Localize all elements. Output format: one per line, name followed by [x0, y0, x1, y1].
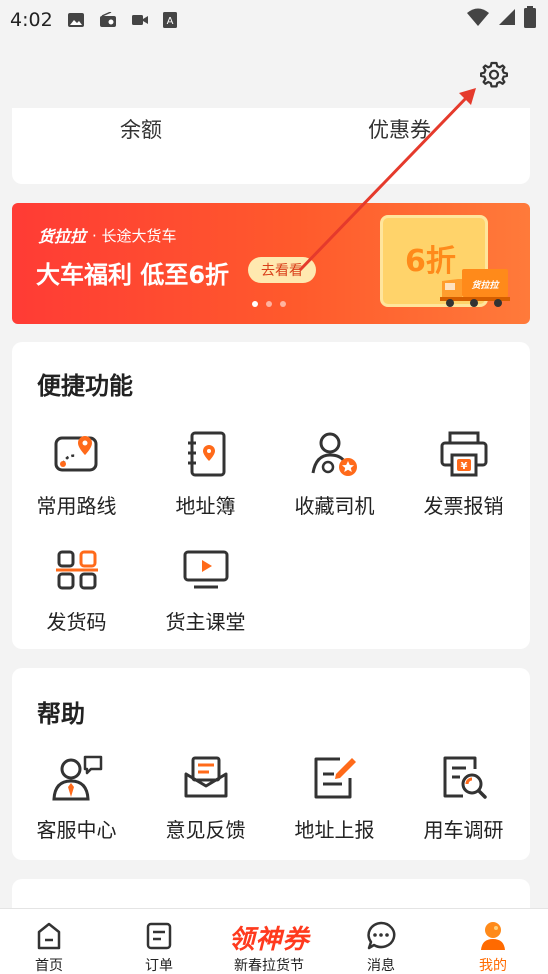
- settings-button[interactable]: [478, 58, 510, 90]
- nav-messages[interactable]: 消息: [326, 909, 436, 974]
- coupon-label[interactable]: 优惠券: [368, 114, 431, 144]
- quick-item-label: 发票报销: [423, 494, 504, 518]
- svg-text:¥: ¥: [460, 461, 467, 472]
- quick-item-invoice[interactable]: ¥ 发票报销: [399, 428, 528, 519]
- feedback-mail-icon: [180, 752, 232, 804]
- nav-home[interactable]: 首页: [0, 909, 104, 974]
- nav-promo[interactable]: 领神券 新春拉货节: [214, 909, 324, 974]
- qr-code-icon: [51, 544, 103, 596]
- favorite-driver-icon: [309, 428, 361, 480]
- help-item-label: 意见反馈: [165, 818, 246, 842]
- image-notification-icon: [67, 13, 84, 27]
- brand-subtitle: · 长途大货车: [92, 226, 177, 245]
- promo-banner[interactable]: 货拉拉 · 长途大货车 大车福利 低至6折 去看看 6折 货拉拉: [12, 203, 530, 324]
- message-icon: [366, 921, 396, 951]
- help-item-label: 客服中心: [36, 818, 117, 842]
- quick-item-label: 常用路线: [36, 494, 117, 518]
- help-item-feedback[interactable]: 意见反馈: [141, 752, 270, 843]
- wifi-icon: [467, 8, 489, 26]
- address-book-icon: [180, 428, 232, 480]
- brand-logo: 货拉拉: [38, 227, 87, 246]
- customer-service-icon: [51, 752, 103, 804]
- radio-notification-icon: [99, 12, 116, 27]
- survey-search-icon: [438, 752, 490, 804]
- truck-illustration: 货拉拉: [440, 269, 510, 307]
- quick-functions-card: 便捷功能 常用路线 地址簿 收藏司机 ¥ 发票报销 发货码 货主课堂: [12, 342, 530, 649]
- help-title: 帮助: [37, 700, 85, 728]
- signal-icon: [499, 9, 515, 25]
- help-item-customer-service[interactable]: 客服中心: [12, 752, 141, 843]
- order-icon: [144, 921, 174, 951]
- status-bar: 4:02 A: [0, 0, 548, 40]
- invoice-printer-icon: ¥: [438, 428, 490, 480]
- quick-item-shipping-code[interactable]: 发货码: [12, 544, 141, 635]
- video-notification-icon: [131, 15, 148, 25]
- gear-icon: [480, 61, 508, 88]
- address-report-icon: [309, 752, 361, 804]
- quick-item-address-book[interactable]: 地址簿: [141, 428, 270, 519]
- balance-card: 余额 优惠券: [12, 108, 530, 184]
- nav-orders[interactable]: 订单: [104, 909, 214, 974]
- nav-label: 消息: [367, 958, 395, 974]
- help-item-survey[interactable]: 用车调研: [399, 752, 528, 843]
- help-item-label: 用车调研: [423, 818, 504, 842]
- status-time: 4:02: [10, 9, 53, 31]
- help-item-label: 地址上报: [294, 818, 375, 842]
- balance-label[interactable]: 余额: [120, 114, 162, 144]
- banner-brand: 货拉拉 · 长途大货车: [38, 223, 177, 247]
- battery-icon: [524, 6, 536, 28]
- quick-item-label: 地址簿: [175, 494, 236, 518]
- quick-item-label: 货主课堂: [165, 610, 246, 634]
- banner-dot: [280, 301, 286, 307]
- bottom-nav: 首页 订单 领神券 新春拉货节 消息 我的: [0, 908, 548, 974]
- route-map-icon: [51, 428, 103, 480]
- promo-coupon-text: 领神券: [228, 925, 310, 955]
- nav-label: 首页: [35, 958, 63, 974]
- banner-title: 大车福利 低至6折: [36, 261, 230, 289]
- quick-item-favorite-drivers[interactable]: 收藏司机: [270, 428, 399, 519]
- font-notification-icon: A: [162, 12, 177, 28]
- video-class-icon: [180, 544, 232, 596]
- banner-dot: [252, 301, 258, 307]
- banner-go-button[interactable]: 去看看: [248, 257, 316, 283]
- nav-label: 我的: [479, 958, 507, 974]
- banner-pagination: [252, 301, 286, 307]
- quick-item-label: 收藏司机: [294, 494, 375, 518]
- help-card: 帮助 客服中心 意见反馈 地址上报 用车调研: [12, 668, 530, 860]
- quick-functions-title: 便捷功能: [37, 372, 133, 400]
- svg-text:A: A: [166, 16, 173, 27]
- truck-logo-text: 货拉拉: [471, 280, 500, 291]
- help-item-address-report[interactable]: 地址上报: [270, 752, 399, 843]
- status-system-icons: [466, 6, 536, 28]
- quick-item-routes[interactable]: 常用路线: [12, 428, 141, 519]
- nav-label: 订单: [145, 958, 173, 974]
- status-notification-icons: A: [67, 12, 177, 28]
- quick-item-classroom[interactable]: 货主课堂: [141, 544, 270, 635]
- nav-profile[interactable]: 我的: [438, 909, 548, 974]
- profile-icon: [478, 921, 508, 951]
- banner-dot: [266, 301, 272, 307]
- quick-item-label: 发货码: [46, 610, 107, 634]
- home-icon: [34, 921, 64, 951]
- nav-label: 新春拉货节: [234, 958, 304, 974]
